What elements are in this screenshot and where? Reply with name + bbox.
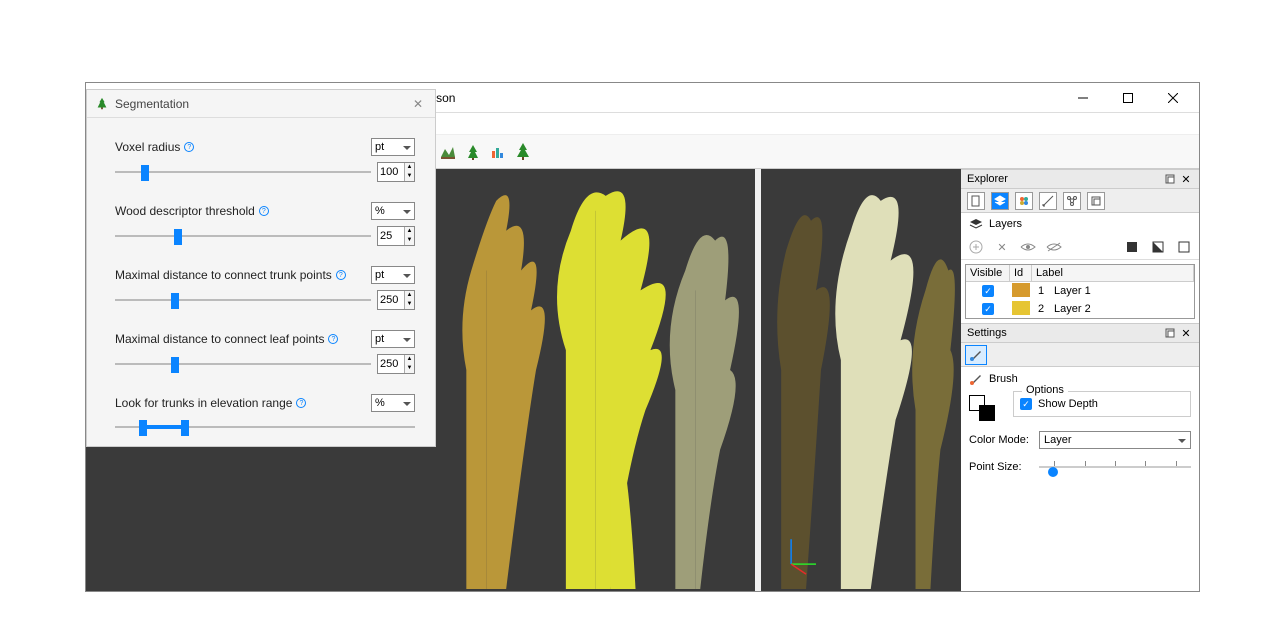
unit-select[interactable]: pt — [371, 330, 415, 348]
tree-green-icon[interactable] — [512, 141, 534, 163]
brush-icon — [969, 372, 983, 386]
explorer-undock-icon[interactable] — [1163, 172, 1177, 186]
explorer-tab-measure[interactable] — [1039, 192, 1057, 210]
explorer-tab-graph[interactable] — [1063, 192, 1081, 210]
color-mode-select[interactable]: Layer — [1039, 431, 1191, 449]
viewport-divider[interactable] — [755, 169, 761, 591]
settings-header: Settings ✕ — [961, 323, 1199, 343]
layer-label: Layer 1 — [1050, 285, 1194, 297]
settings-undock-icon[interactable] — [1163, 326, 1177, 340]
app-window: 3D Forest - c:\Users\user\Documents\3d-f… — [85, 82, 1200, 592]
spin-up-icon[interactable]: ▲ — [405, 291, 414, 300]
info-icon[interactable]: ? — [259, 206, 269, 216]
spin-up-icon[interactable]: ▲ — [405, 355, 414, 364]
minimize-button[interactable] — [1060, 84, 1105, 112]
explorer-tab-crop[interactable] — [1087, 192, 1105, 210]
layer-fill-icon[interactable] — [1123, 238, 1141, 256]
color-swatches[interactable] — [969, 395, 997, 423]
layer-color-swatch — [1012, 301, 1030, 315]
param-label: Maximal distance to connect trunk points… — [115, 268, 371, 282]
explorer-panel: Layers ✕ Visible Id Label — [961, 189, 1199, 323]
layer-label: Layer 2 — [1050, 303, 1194, 315]
spin-up-icon[interactable]: ▲ — [405, 227, 414, 236]
col-label: Label — [1032, 265, 1194, 281]
settings-close-icon[interactable]: ✕ — [1179, 326, 1193, 340]
viewport-right[interactable] — [763, 171, 959, 589]
info-icon[interactable]: ? — [336, 270, 346, 280]
point-size-label: Point Size: — [969, 461, 1033, 473]
bars-color-icon[interactable] — [487, 141, 509, 163]
point-cloud-render-left — [438, 171, 753, 589]
explorer-header: Explorer ✕ — [961, 169, 1199, 189]
param-spinbox[interactable]: ▲▼ — [377, 169, 415, 182]
point-cloud-render-right — [763, 171, 959, 589]
spin-down-icon[interactable]: ▼ — [405, 364, 414, 373]
tree-single-icon[interactable] — [462, 141, 484, 163]
layer-color-swatch — [1012, 283, 1030, 297]
color-mode-label: Color Mode: — [969, 434, 1033, 446]
param-slider[interactable] — [115, 227, 371, 245]
param-slider[interactable] — [115, 291, 371, 309]
spin-down-icon[interactable]: ▼ — [405, 236, 414, 245]
param-label: Wood descriptor threshold ? — [115, 204, 371, 218]
param-spinbox[interactable]: ▲▼ — [377, 354, 415, 374]
layer-empty-icon[interactable] — [1175, 238, 1193, 256]
layer-add-icon[interactable] — [967, 238, 985, 256]
spin-down-icon[interactable]: ▼ — [405, 172, 414, 181]
maximize-button[interactable] — [1105, 84, 1150, 112]
info-icon[interactable]: ? — [328, 334, 338, 344]
param-spinbox[interactable]: ▲▼ — [377, 226, 415, 246]
param-slider[interactable] — [115, 169, 371, 181]
explorer-tab-layers[interactable] — [991, 192, 1009, 210]
settings-panel: Brush Options Show Depth Color — [961, 343, 1199, 591]
point-size-slider[interactable] — [1039, 457, 1191, 477]
layer-half-icon[interactable] — [1149, 238, 1167, 256]
settings-title: Settings — [967, 327, 1161, 339]
show-depth-checkbox[interactable] — [1020, 398, 1032, 410]
unit-select[interactable]: % — [371, 394, 415, 412]
col-id: Id — [1010, 265, 1032, 281]
explorer-title: Explorer — [967, 173, 1161, 185]
options-title: Options — [1022, 384, 1068, 396]
param-slider[interactable] — [115, 355, 371, 373]
unit-select[interactable]: % — [371, 202, 415, 220]
explorer-tab-files[interactable] — [967, 192, 985, 210]
explorer-tab-classes[interactable] — [1015, 192, 1033, 210]
unit-select[interactable]: pt — [371, 266, 415, 284]
layer-visible-checkbox[interactable] — [982, 285, 994, 297]
terrain-icon[interactable] — [437, 141, 459, 163]
layer-visible-checkbox[interactable] — [982, 303, 994, 315]
layer-hide-icon[interactable] — [1045, 238, 1063, 256]
spin-down-icon[interactable]: ▼ — [405, 300, 414, 309]
show-depth-label: Show Depth — [1038, 398, 1098, 410]
param-slider[interactable] — [115, 418, 415, 436]
settings-tab-brush[interactable] — [965, 345, 987, 365]
layers-table: Visible Id Label 1Layer 12Layer 2 — [965, 264, 1195, 319]
close-button[interactable] — [1150, 84, 1195, 112]
layer-row[interactable]: 1Layer 1 — [966, 282, 1194, 300]
chevron-down-icon — [1178, 434, 1186, 446]
explorer-close-icon[interactable]: ✕ — [1179, 172, 1193, 186]
info-icon[interactable]: ? — [296, 398, 306, 408]
layer-delete-icon[interactable]: ✕ — [993, 238, 1011, 256]
param-spinbox[interactable]: ▲▼ — [377, 290, 415, 310]
segmentation-panel: Segmentation ✕ Voxel radius ?pt ▲▼Wood d… — [86, 169, 436, 447]
viewport-left[interactable] — [438, 171, 753, 589]
param-label: Look for trunks in elevation range ? — [115, 396, 371, 410]
brush-label: Brush — [989, 373, 1018, 385]
layers-section-title: Layers — [989, 218, 1022, 230]
col-visible: Visible — [966, 265, 1010, 281]
param-label: Maximal distance to connect leaf points … — [115, 332, 371, 346]
layers-icon — [969, 217, 983, 231]
layer-show-icon[interactable] — [1019, 238, 1037, 256]
main-area: Segmentation ✕ Voxel radius ?pt ▲▼Wood d… — [86, 169, 1199, 591]
layer-row[interactable]: 2Layer 2 — [966, 300, 1194, 318]
